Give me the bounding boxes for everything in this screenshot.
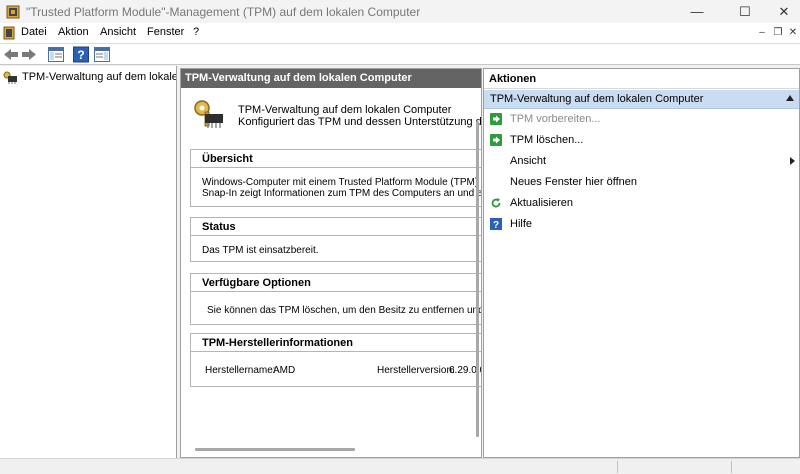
tpm-app-icon xyxy=(6,5,20,19)
menu-fenster[interactable]: Fenster xyxy=(147,26,184,38)
action-label: Neues Fenster hier öffnen xyxy=(510,176,637,188)
overview-panel: Übersicht Windows-Computer mit einem Tru… xyxy=(190,149,482,207)
svg-text:?: ? xyxy=(493,220,499,230)
help-icon: ? xyxy=(490,218,502,230)
result-pane-header: TPM-Verwaltung auf dem lokalen Computer xyxy=(181,69,481,88)
actions-pane: Aktionen TPM-Verwaltung auf dem lokalen … xyxy=(483,68,800,458)
action-label: TPM löschen... xyxy=(510,134,584,146)
manufacturer-name-label: Herstellername: xyxy=(205,365,276,376)
actions-section-header[interactable]: TPM-Verwaltung auf dem lokalen Computer xyxy=(484,90,799,109)
forward-arrow-icon[interactable] xyxy=(20,46,38,63)
refresh-icon xyxy=(491,198,501,208)
minimize-button[interactable]: — xyxy=(674,0,720,23)
intro-title: TPM-Verwaltung auf dem lokalen Computer xyxy=(238,104,452,116)
menu-bar: Datei Aktion Ansicht Fenster ? – ❐ ✕ xyxy=(0,23,800,43)
action-label: TPM vorbereiten... xyxy=(510,113,601,125)
help-toolbar-icon[interactable]: ? xyxy=(72,46,90,63)
submenu-arrow-icon xyxy=(790,157,795,165)
show-hide-action-pane-icon[interactable] xyxy=(93,46,111,63)
action-tpm-loeschen[interactable]: TPM löschen... xyxy=(484,131,799,151)
actions-section-label: TPM-Verwaltung auf dem lokalen Computer xyxy=(490,93,704,105)
action-neues-fenster[interactable]: Neues Fenster hier öffnen xyxy=(484,173,799,193)
actions-heading: Aktionen xyxy=(484,69,799,89)
maximize-button[interactable]: ☐ xyxy=(722,0,768,23)
mdi-close-button[interactable]: ✕ xyxy=(787,27,799,39)
overview-text-line1: Windows-Computer mit einem Trusted Platf… xyxy=(202,177,481,188)
tpm-chip-icon xyxy=(3,71,17,84)
manufacturer-heading: TPM-Herstellerinformationen xyxy=(191,334,481,352)
action-aktualisieren[interactable]: Aktualisieren xyxy=(484,194,799,214)
close-icon: ✕ xyxy=(778,3,790,19)
green-arrow-icon xyxy=(490,113,502,125)
toolbar: ? xyxy=(0,43,800,65)
action-label: Ansicht xyxy=(510,155,547,167)
mdi-restore-button[interactable]: ❐ xyxy=(772,27,784,39)
options-text: Sie können das TPM löschen, um den Besit… xyxy=(207,305,482,316)
show-hide-tree-icon[interactable] xyxy=(47,46,65,63)
manufacturer-name-value: AMD xyxy=(273,365,296,376)
overview-heading: Übersicht xyxy=(191,150,481,168)
manufacturer-version-label: Herstellerversion: xyxy=(377,365,455,376)
intro-description: Konfiguriert das TPM und dessen Unterstü… xyxy=(238,116,481,128)
menu-help[interactable]: ? xyxy=(193,26,199,38)
status-heading: Status xyxy=(191,218,481,236)
window-title: "Trusted Platform Module"-Management (TP… xyxy=(26,5,421,19)
menu-datei[interactable]: Datei xyxy=(21,26,47,38)
horizontal-scrollbar[interactable] xyxy=(195,448,355,451)
status-divider xyxy=(617,461,618,473)
minimize-icon: — xyxy=(690,4,704,19)
tree-item-tpm-root[interactable]: TPM-Verwaltung auf dem lokalen Computer xyxy=(3,69,176,85)
action-hilfe[interactable]: ? Hilfe xyxy=(484,215,799,235)
maximize-icon: ☐ xyxy=(739,3,751,19)
console-tree: TPM-Verwaltung auf dem lokalen Computer xyxy=(0,66,177,458)
menu-ansicht[interactable]: Ansicht xyxy=(100,26,136,38)
status-text: Das TPM ist einsatzbereit. xyxy=(202,245,319,256)
system-menu-icon[interactable] xyxy=(3,26,15,40)
green-arrow-icon xyxy=(490,134,502,146)
action-tpm-vorbereiten[interactable]: TPM vorbereiten... xyxy=(484,110,799,130)
back-arrow-icon[interactable] xyxy=(2,46,20,63)
close-button[interactable]: ✕ xyxy=(768,0,800,23)
status-panel: Status Das TPM ist einsatzbereit. xyxy=(190,217,481,262)
status-bar xyxy=(0,458,800,474)
title-bar: "Trusted Platform Module"-Management (TP… xyxy=(0,0,800,23)
tpm-key-chip-icon xyxy=(194,100,223,128)
action-label: Hilfe xyxy=(510,218,533,230)
collapse-arrow-icon[interactable] xyxy=(786,95,794,101)
vertical-scrollbar[interactable] xyxy=(476,121,479,437)
tree-item-label: TPM-Verwaltung auf dem lokalen Computer xyxy=(22,71,176,83)
options-heading: Verfügbare Optionen xyxy=(191,274,481,292)
menu-aktion[interactable]: Aktion xyxy=(58,26,89,38)
overview-text-line2: Snap-In zeigt Informationen zum TPM des … xyxy=(202,188,482,199)
svg-text:?: ? xyxy=(77,48,84,62)
manufacturer-panel: TPM-Herstellerinformationen Herstellerna… xyxy=(190,333,481,387)
mdi-minimize-button[interactable]: – xyxy=(756,27,768,39)
result-pane: TPM-Verwaltung auf dem lokalen Computer … xyxy=(180,68,482,458)
action-ansicht[interactable]: Ansicht xyxy=(484,152,799,172)
action-label: Aktualisieren xyxy=(510,197,573,209)
status-divider xyxy=(731,461,732,473)
options-panel: Verfügbare Optionen Sie können das TPM l… xyxy=(190,273,482,325)
